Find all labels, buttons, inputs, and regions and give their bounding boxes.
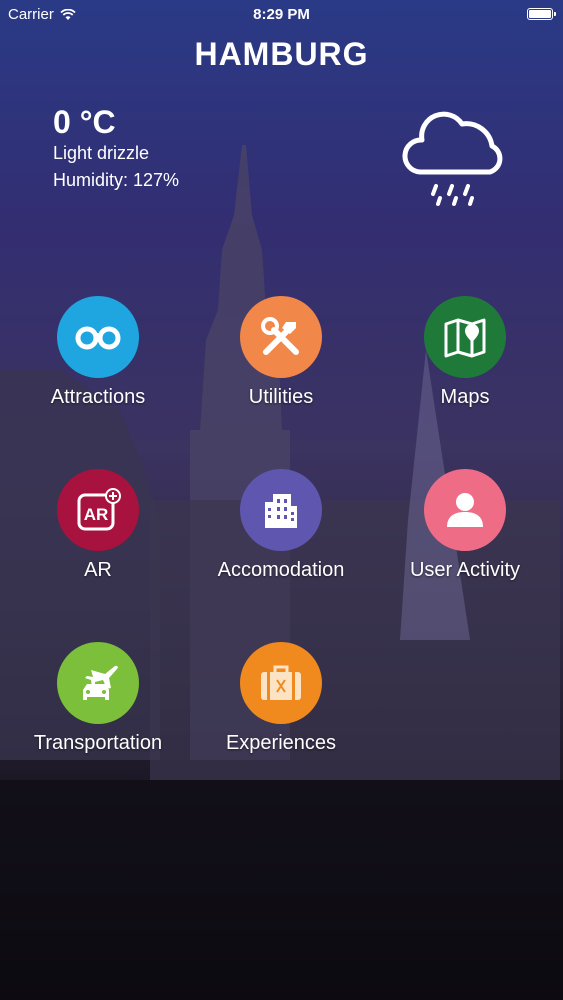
weather-condition: Light drizzle xyxy=(53,143,150,163)
status-bar: Carrier 8:29 PM xyxy=(0,0,563,30)
menu-transportation[interactable]: Transportation xyxy=(8,642,188,755)
ar-icon: AR xyxy=(57,469,139,551)
binoculars-icon xyxy=(57,296,139,378)
status-time: 8:29 PM xyxy=(253,6,310,23)
weather-info: 0 °C Light drizzle Humidity: 127% xyxy=(53,104,179,194)
menu-user-activity[interactable]: User Activity xyxy=(375,469,555,582)
menu-maps[interactable]: Maps xyxy=(375,296,555,409)
menu-label: Transportation xyxy=(33,732,163,754)
menu-label: Utilities xyxy=(248,386,314,408)
menu-utilities[interactable]: Utilities xyxy=(191,296,371,409)
menu-experiences[interactable]: Experiences xyxy=(191,642,371,755)
battery-icon xyxy=(527,8,556,20)
menu-label: Attractions xyxy=(50,386,146,408)
menu-label: Maps xyxy=(440,386,490,408)
suitcase-icon xyxy=(240,642,322,724)
building-icon xyxy=(240,469,322,551)
tools-icon xyxy=(240,296,322,378)
map-icon xyxy=(424,296,506,378)
menu-ar[interactable]: AR AR xyxy=(8,469,188,582)
menu-label: Experiences xyxy=(225,732,337,754)
svg-text:AR: AR xyxy=(84,505,109,524)
humidity-label: Humidity: xyxy=(53,170,129,190)
user-icon xyxy=(424,469,506,551)
humidity: Humidity: 127% xyxy=(53,167,179,194)
cloud-rain-icon xyxy=(402,111,503,206)
menu-label: Accomodation xyxy=(217,559,345,581)
menu-label: User Activity xyxy=(409,559,521,581)
menu-attractions[interactable]: Attractions xyxy=(8,296,188,409)
city-title: HAMBURG xyxy=(194,36,369,72)
menu-accomodation[interactable]: Accomodation xyxy=(191,469,371,582)
temperature: 0 °C xyxy=(53,104,116,140)
menu-label: AR xyxy=(84,559,112,581)
plane-car-icon xyxy=(57,642,139,724)
humidity-value: 127% xyxy=(133,170,180,190)
